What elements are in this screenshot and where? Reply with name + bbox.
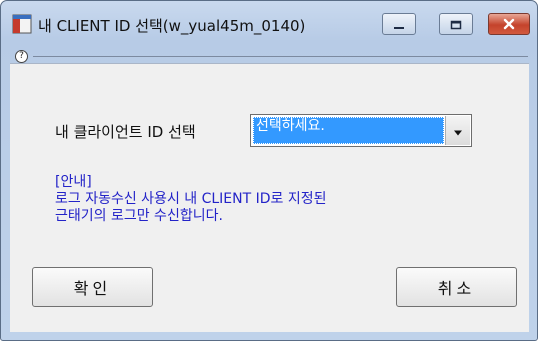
notice-text: [안내] 로그 자동수신 사용시 내 CLIENT ID로 지정된 근태기의 로… — [55, 174, 327, 225]
maximize-button[interactable] — [439, 13, 473, 35]
help-divider — [33, 56, 528, 57]
notice-line-1: 로그 자동수신 사용시 내 CLIENT ID로 지정된 — [55, 191, 327, 207]
help-icon[interactable]: ? — [15, 50, 28, 63]
ok-button[interactable]: 확인 — [32, 267, 153, 307]
help-row: ? — [1, 47, 537, 63]
notice-line-2: 근태기의 로그만 수신합니다. — [55, 208, 223, 224]
title-bar[interactable]: 내 CLIENT ID 선택(w_yual45m_0140) — [1, 1, 537, 47]
client-id-label: 내 클라이언트 ID 선택 — [55, 123, 196, 141]
dialog-body: 내 클라이언트 ID 선택 선택하세요. [안내] 로그 자동수신 사용시 내 … — [10, 63, 529, 332]
client-id-select[interactable]: 선택하세요. — [250, 114, 472, 147]
maximize-icon — [450, 15, 462, 34]
dialog-window: 내 CLIENT ID 선택(w_yual45m_0140) ? 내 클라이언트… — [0, 0, 538, 341]
client-id-select-value: 선택하세요. — [253, 117, 444, 144]
minimize-button[interactable] — [382, 13, 416, 35]
close-button[interactable] — [488, 13, 530, 35]
cancel-button[interactable]: 취소 — [396, 267, 517, 307]
window-app-icon — [12, 14, 32, 34]
close-icon — [503, 15, 515, 34]
dropdown-arrow-icon — [453, 121, 463, 140]
window-title: 내 CLIENT ID 선택(w_yual45m_0140) — [38, 17, 306, 35]
dropdown-button[interactable] — [445, 116, 470, 145]
minimize-icon — [393, 15, 405, 34]
notice-heading: [안내] — [55, 174, 92, 190]
